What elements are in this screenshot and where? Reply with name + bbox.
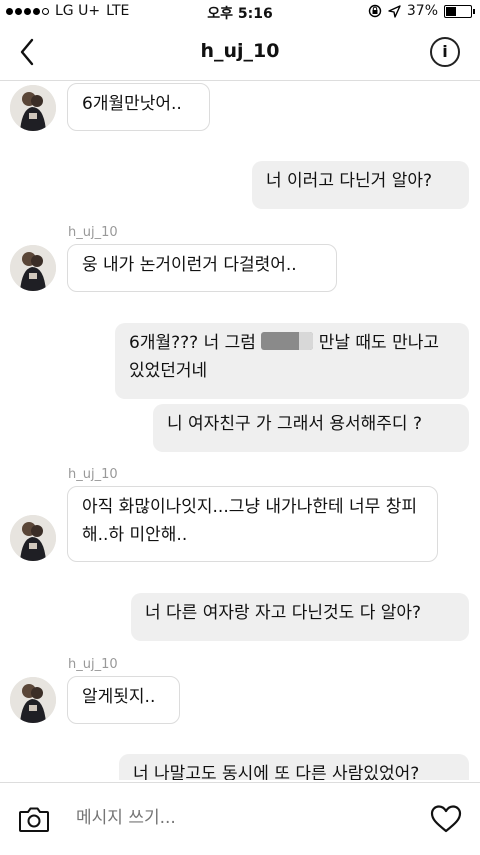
- like-button[interactable]: [430, 803, 462, 835]
- message-text: 아직 화많이나잇지...그냥 내가나한테 너무 창피해..하 미안해..: [82, 497, 417, 545]
- message-bubble-incoming[interactable]: 알게됫지..: [67, 676, 180, 724]
- battery-level: [446, 6, 456, 16]
- location-arrow-icon: [388, 4, 401, 18]
- chevron-left-icon: [20, 38, 34, 66]
- message-bubble-outgoing[interactable]: 너 다른 여자랑 자고 다닌것도 다 알아?: [131, 593, 469, 641]
- message-text: 너 이러고 다닌거 알아?: [266, 171, 432, 191]
- message-text: 너 나말고도 동시에 또 다른 사람있었어?: [133, 764, 420, 780]
- conversation-header: h_uj_10 i: [0, 24, 480, 81]
- avatar[interactable]: [10, 515, 56, 561]
- message-bubble-incoming[interactable]: 아직 화많이나잇지...그냥 내가나한테 너무 창피해..하 미안해..: [67, 486, 438, 562]
- avatar[interactable]: [10, 245, 56, 291]
- carrier-label: LG U+: [55, 3, 101, 19]
- sender-name: h_uj_10: [68, 657, 118, 672]
- message-text: 웅 내가 논거이런거 다걸렷어..: [82, 255, 297, 275]
- sender-name: h_uj_10: [68, 467, 118, 482]
- conversation-title: h_uj_10: [200, 40, 280, 62]
- avatar[interactable]: [10, 677, 56, 723]
- avatar-photo: [10, 85, 56, 131]
- message-input[interactable]: [74, 807, 398, 829]
- avatar-photo: [10, 515, 56, 561]
- status-bar: LG U+ LTE 오후 5:16 37%: [0, 0, 480, 24]
- battery-icon: [444, 4, 475, 18]
- message-bubble-incoming[interactable]: 6개월만낫어..: [67, 83, 210, 131]
- avatar[interactable]: [10, 85, 56, 131]
- redacted-name: [261, 332, 314, 350]
- battery-percent: 37%: [406, 3, 438, 19]
- heart-icon: [430, 805, 462, 833]
- message-bubble-incoming[interactable]: 웅 내가 논거이런거 다걸렷어..: [67, 244, 337, 292]
- camera-button[interactable]: [18, 805, 50, 833]
- message-bubble-outgoing[interactable]: 너 이러고 다닌거 알아?: [252, 161, 469, 209]
- status-right: 37%: [368, 3, 475, 19]
- message-composer: [0, 782, 480, 855]
- message-bubble-outgoing[interactable]: 니 여자친구 가 그래서 용서해주디 ?: [153, 404, 469, 452]
- message-bubble-outgoing[interactable]: 너 나말고도 동시에 또 다른 사람있었어?: [119, 754, 469, 780]
- avatar-photo: [10, 245, 56, 291]
- message-bubble-outgoing[interactable]: 6개월??? 너 그럼 만날 때도 만나고 있었던거네: [115, 323, 469, 399]
- network-label: LTE: [106, 3, 130, 19]
- message-text: 6개월만낫어..: [82, 94, 182, 114]
- message-text-before: 6개월??? 너 그럼: [129, 333, 256, 353]
- message-text: 알게됫지..: [82, 687, 156, 707]
- back-button[interactable]: [14, 34, 44, 70]
- info-button[interactable]: i: [430, 37, 460, 67]
- message-text: 니 여자친구 가 그래서 용서해주디 ?: [167, 414, 423, 434]
- status-left: LG U+ LTE: [6, 3, 129, 19]
- info-icon: i: [442, 42, 448, 61]
- signal-strength-icon: [6, 7, 49, 15]
- camera-icon: [19, 807, 49, 832]
- message-thread[interactable]: 6개월만낫어.. 너 이러고 다닌거 알아? h_uj_10 웅 내가 논거이런…: [0, 81, 480, 780]
- message-text: 너 다른 여자랑 자고 다닌것도 다 알아?: [145, 603, 422, 623]
- sender-name: h_uj_10: [68, 225, 118, 240]
- rotation-lock-icon: [368, 4, 382, 18]
- avatar-photo: [10, 677, 56, 723]
